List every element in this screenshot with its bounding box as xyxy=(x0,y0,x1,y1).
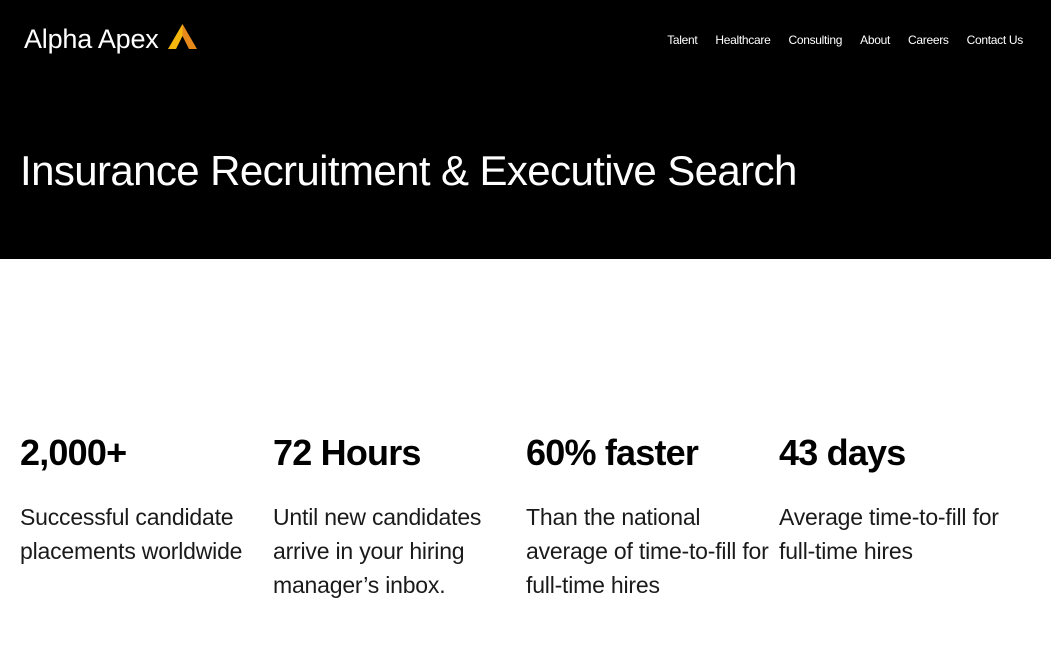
stat-faster: 60% faster Than the national average of … xyxy=(526,430,779,602)
logo-link[interactable]: Alpha Apex xyxy=(24,22,197,56)
hero-section: Alpha Apex Talent Healthcare Consulting … xyxy=(0,0,1051,259)
stat-hours: 72 Hours Until new candidates arrive in … xyxy=(273,430,526,602)
stat-value: 43 days xyxy=(779,432,906,473)
page-title: Insurance Recruitment & Executive Search xyxy=(20,147,797,194)
main-nav: Talent Healthcare Consulting About Caree… xyxy=(649,32,1023,48)
stats-section: 2,000+ Successful candidate placements w… xyxy=(20,430,1032,602)
stat-value: 60% faster xyxy=(526,432,699,473)
stat-description: Successful candidate placements worldwid… xyxy=(20,504,243,564)
logo-text: Alpha Apex xyxy=(24,24,159,54)
nav-item-about[interactable]: About xyxy=(860,32,890,48)
nav-item-consulting[interactable]: Consulting xyxy=(788,32,842,48)
stat-description: Than the national average of time-to-fil… xyxy=(526,504,769,598)
stat-description: Average time-to-fill for full-time hires xyxy=(779,504,999,564)
nav-item-careers[interactable]: Careers xyxy=(908,32,949,48)
stat-value: 2,000+ xyxy=(20,432,127,473)
nav-item-healthcare[interactable]: Healthcare xyxy=(715,32,770,48)
nav-item-contact-us[interactable]: Contact Us xyxy=(967,32,1024,48)
nav-item-talent[interactable]: Talent xyxy=(667,32,698,48)
apex-triangle-icon xyxy=(167,23,197,49)
stat-description: Until new candidates arrive in your hiri… xyxy=(273,504,482,598)
stat-value: 72 Hours xyxy=(273,432,421,473)
stat-days: 43 days Average time-to-fill for full-ti… xyxy=(779,430,1032,602)
stat-placements: 2,000+ Successful candidate placements w… xyxy=(20,430,273,602)
